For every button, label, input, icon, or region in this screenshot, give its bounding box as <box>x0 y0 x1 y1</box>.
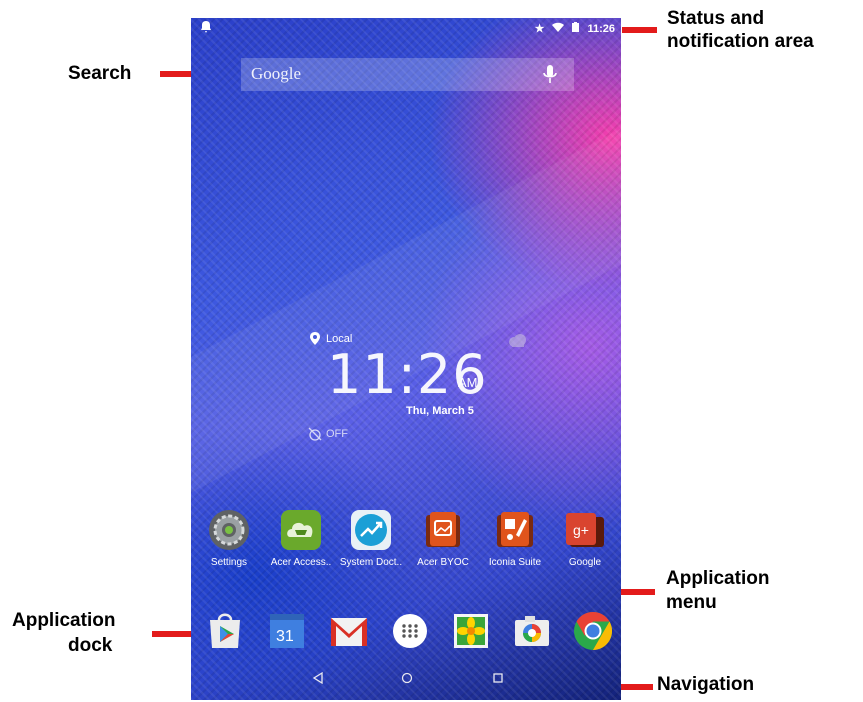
annotation-search: Search <box>68 63 132 84</box>
calendar-icon[interactable]: 31 <box>266 610 308 652</box>
tablet-home-screen: ★ 11:26 Google Local 11:26 AM Thu, March… <box>191 18 621 700</box>
calendar-day: 31 <box>276 628 294 645</box>
annotation-status-line1: Status and <box>667 8 765 29</box>
home-button[interactable] <box>401 671 413 688</box>
clock-date: Thu, March 5 <box>406 405 474 417</box>
battery-icon <box>572 22 580 35</box>
settings-icon <box>208 509 250 551</box>
app-label: Google <box>568 557 602 568</box>
app-label: System Doct.. <box>339 557 403 568</box>
alarm-status[interactable]: OFF <box>308 427 348 441</box>
app-system-doctor[interactable]: System Doct.. <box>336 509 406 568</box>
home-icon <box>401 672 413 684</box>
status-bar[interactable]: ★ 11:26 <box>191 18 621 40</box>
location-pin-icon <box>310 332 320 345</box>
annotation-pointer-status <box>622 27 657 33</box>
clock-ampm: AM <box>458 375 478 390</box>
svg-text:g+: g+ <box>573 522 589 538</box>
app-drawer-icon[interactable] <box>389 610 431 652</box>
annotation-status-line2: notification area <box>667 31 814 52</box>
application-dock: 31 <box>191 610 621 658</box>
app-acer-access[interactable]: Acer Access.. <box>266 509 336 568</box>
play-store-icon[interactable] <box>204 610 246 652</box>
app-label: Iconia Suite <box>488 557 542 568</box>
wifi-icon <box>552 22 565 35</box>
annotation-navigation: Navigation <box>657 674 755 695</box>
annotation-app-dock-line2: dock <box>68 635 113 656</box>
google-logo: Google <box>251 64 302 83</box>
annotation-app-dock-line1: Application <box>12 610 116 631</box>
back-button[interactable] <box>312 671 324 688</box>
alarm-label: OFF <box>326 428 348 440</box>
acer-access-icon <box>280 509 322 551</box>
app-label: Acer Access.. <box>270 557 332 568</box>
chrome-icon[interactable] <box>572 610 614 652</box>
app-settings[interactable]: Settings <box>194 509 264 568</box>
annotation-app-menu-line1: Application <box>666 568 770 589</box>
app-iconia-suite[interactable]: Iconia Suite <box>480 509 550 568</box>
back-icon <box>312 671 323 685</box>
microphone-icon[interactable] <box>540 64 560 86</box>
gmail-icon[interactable] <box>328 610 370 652</box>
recents-button[interactable] <box>492 671 504 688</box>
status-time: 11:26 <box>587 22 615 35</box>
home-app-row: Settings Acer Access.. System Doct.. Ace… <box>191 509 621 579</box>
app-label: Settings <box>210 557 248 568</box>
app-label: Acer BYOC <box>417 557 469 568</box>
alarm-off-icon <box>308 427 322 441</box>
gallery-icon[interactable] <box>450 610 492 652</box>
annotation-app-menu-line2: menu <box>666 592 717 613</box>
clock-widget[interactable]: Local 11:26 AM Thu, March 5 OFF <box>304 331 534 451</box>
acer-byoc-icon <box>422 509 464 551</box>
app-acer-byoc[interactable]: Acer BYOC <box>408 509 478 568</box>
navigation-bar <box>191 666 621 700</box>
star-icon: ★ <box>534 23 545 35</box>
app-google-folder[interactable]: g+ Google <box>550 509 620 568</box>
iconia-suite-icon <box>494 509 536 551</box>
recents-icon <box>493 673 503 683</box>
google-search-bar[interactable]: Google <box>241 58 574 91</box>
google-folder-icon: g+ <box>564 509 606 551</box>
camera-icon[interactable] <box>511 610 553 652</box>
system-doctor-icon <box>350 509 392 551</box>
notification-icon <box>201 21 211 36</box>
